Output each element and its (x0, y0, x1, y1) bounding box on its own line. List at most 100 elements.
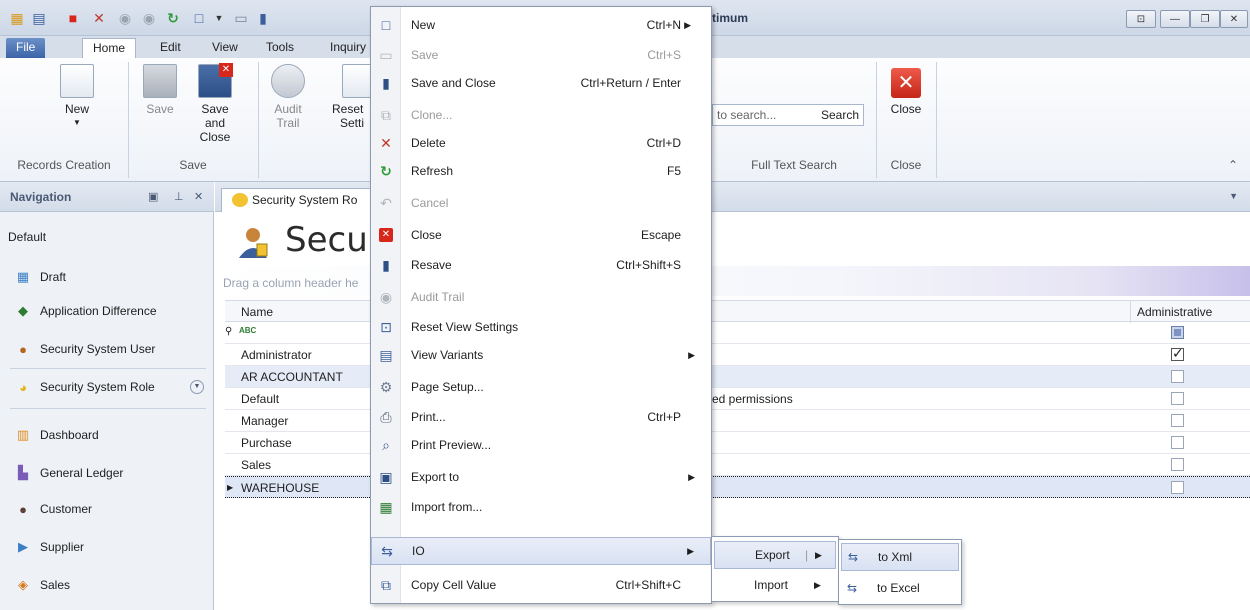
administrative-checkbox[interactable] (1171, 370, 1184, 383)
refresh-icon[interactable]: ↻ (164, 9, 182, 27)
administrative-checkbox[interactable] (1171, 345, 1184, 362)
role-name: Sales (241, 458, 272, 472)
save-close-icon: ▮ (382, 74, 390, 91)
minimize-button[interactable]: — (1160, 10, 1190, 28)
back-icon[interactable]: ◉ (116, 9, 134, 27)
reset-view-settings-button[interactable]: Reset Setti (326, 64, 370, 130)
restore-layout-button[interactable]: ⊡ (1126, 10, 1156, 28)
close-button[interactable]: ✕ Close (884, 68, 928, 116)
menu-item-clone[interactable]: ⧉ Clone... (371, 101, 711, 129)
tab-home[interactable]: Home (82, 38, 137, 58)
reset-settings-icon: ⊡ (380, 318, 392, 335)
tab-security-system-role[interactable]: Security System Ro (221, 188, 381, 212)
role-name: Administrator (241, 348, 312, 362)
app-icon[interactable]: ▦ (8, 9, 26, 27)
nav-item-draft[interactable]: ▦ Draft (0, 262, 214, 292)
menu-item-copy-cell-value[interactable]: ⧉ Copy Cell Value Ctrl+Shift+C (371, 571, 711, 599)
nav-item-security-system-user[interactable]: ● Security System User (0, 334, 214, 364)
menu-item-new[interactable]: □ New Ctrl+N ▶ (371, 11, 711, 39)
menu-item-delete[interactable]: ✕ Delete Ctrl+D (371, 129, 711, 157)
forward-icon[interactable]: ◉ (140, 9, 158, 27)
group-separator (936, 62, 937, 178)
menu-item-export-to[interactable]: ▣ Export to ▶ (371, 463, 711, 491)
administrative-checkbox[interactable] (1171, 458, 1184, 471)
close-record-icon[interactable]: ■ (64, 9, 82, 27)
search-input[interactable]: to search... (717, 108, 776, 122)
close-icon[interactable]: ✕ (194, 190, 203, 203)
menu-item-label: Resave (411, 258, 452, 272)
menu-item-label: Save and Close (411, 76, 496, 90)
new-icon[interactable]: □ (190, 9, 208, 27)
view-variants-icon: ▤ (379, 346, 393, 363)
group-panel-hint: Drag a column header he (223, 276, 359, 290)
column-header-administrative[interactable]: Administrative (1137, 305, 1212, 319)
administrative-checkbox[interactable] (1171, 414, 1184, 427)
chevron-down-icon[interactable]: ▼ (1229, 191, 1238, 201)
nav-item-label: Default (8, 230, 47, 244)
menu-item-refresh[interactable]: ↻ Refresh F5 (371, 157, 711, 185)
full-text-search-box[interactable]: to search... Search (712, 104, 864, 126)
menu-item-print[interactable]: ⎙ Print... Ctrl+P (371, 403, 711, 431)
nav-group-default[interactable]: Default (0, 222, 214, 252)
administrative-checkbox[interactable] (1171, 392, 1184, 405)
submenu-item-import[interactable]: Import ▶ (714, 571, 836, 599)
nav-item-sales[interactable]: ◈ Sales (0, 570, 214, 600)
filter-text-icon[interactable]: ABC (239, 326, 256, 335)
resave-icon: ▮ (382, 256, 390, 273)
nav-item-supplier[interactable]: ▶ Supplier (0, 532, 214, 562)
tab-view[interactable]: View (202, 38, 248, 58)
document-dropdown-icon[interactable]: ▤ (30, 9, 48, 27)
menu-item-io[interactable]: ⇆ IO ▶ (371, 537, 711, 565)
undo-icon: ↶ (380, 194, 392, 211)
pin-icon[interactable]: ⊥ (174, 190, 184, 203)
audit-trail-button[interactable]: Audit Trail (268, 64, 308, 130)
collapse-ribbon-icon[interactable]: ⌃ (1228, 158, 1238, 172)
menu-item-save-and-close[interactable]: ▮ Save and Close Ctrl+Return / Enter (371, 69, 711, 97)
administrative-checkbox[interactable] (1171, 436, 1184, 449)
new-icon: □ (381, 17, 391, 33)
menu-item-shortcut: Ctrl+Shift+C (615, 578, 681, 592)
security-role-icon (239, 228, 268, 258)
delete-icon[interactable]: ✕ (90, 9, 108, 27)
menu-item-close[interactable]: ✕ Close Escape (371, 221, 711, 249)
menu-item-cancel[interactable]: ↶ Cancel (371, 189, 711, 217)
menu-item-label: Close (411, 228, 442, 242)
column-header-name[interactable]: Name (241, 305, 273, 319)
menu-item-shortcut: Ctrl+Shift+S (616, 258, 681, 272)
maximize-button[interactable]: ❐ (1190, 10, 1220, 28)
save-and-close-button[interactable]: ✕ Save and Close (190, 63, 240, 144)
nav-item-general-ledger[interactable]: ▙ General Ledger (0, 458, 214, 488)
administrative-checkbox[interactable] (1171, 481, 1184, 494)
new-button[interactable]: New ▼ (52, 64, 102, 130)
tab-edit[interactable]: Edit (150, 38, 191, 58)
menu-item-save[interactable]: ▭ Save Ctrl+S (371, 41, 711, 69)
nav-item-customer[interactable]: ● Customer (0, 494, 214, 524)
save-icon[interactable]: ▭ (232, 9, 250, 27)
administrative-filter-checkbox[interactable] (1171, 326, 1184, 339)
save-button[interactable]: Save (140, 64, 180, 116)
menu-item-view-variants[interactable]: ▤ View Variants ▶ (371, 341, 711, 369)
submenu-item-to-xml[interactable]: ⇆ to Xml (841, 543, 959, 571)
submenu-item-to-excel[interactable]: ⇆ to Excel (841, 574, 959, 602)
menu-item-reset-view-settings[interactable]: ⊡ Reset View Settings (371, 313, 711, 341)
chevron-down-icon[interactable]: ▼ (210, 9, 228, 27)
menu-item-resave[interactable]: ▮ Resave Ctrl+Shift+S (371, 251, 711, 279)
menu-item-import-from[interactable]: ▦ Import from... (371, 493, 711, 521)
search-button[interactable]: Search (821, 108, 859, 122)
nav-item-security-system-role[interactable]: ◕ Security System Role ▼ (0, 372, 214, 402)
tab-file[interactable]: File (6, 38, 46, 58)
submenu-item-export[interactable]: Export | ▶ (714, 541, 836, 569)
menu-item-page-setup[interactable]: ⚙ Page Setup... (371, 373, 711, 401)
nav-item-dashboard[interactable]: ▥ Dashboard (0, 420, 214, 450)
nav-item-application-difference[interactable]: ◆ Application Difference (0, 296, 214, 326)
nav-layout-icon[interactable]: ▣ (148, 190, 158, 203)
chevron-down-icon[interactable]: ▼ (190, 380, 204, 394)
menu-item-audit-trail[interactable]: ◉ Audit Trail (371, 283, 711, 311)
tab-inquiry[interactable]: Inquiry (320, 38, 370, 58)
group-label-full-text-search: Full Text Search (751, 158, 837, 172)
save-close-icon[interactable]: ▮ (254, 9, 272, 27)
window-close-button[interactable]: ✕ (1220, 10, 1248, 28)
menu-item-print-preview[interactable]: ⌕ Print Preview... (371, 431, 711, 459)
sales-icon: ◈ (18, 577, 28, 592)
tab-tools[interactable]: Tools (256, 38, 304, 58)
